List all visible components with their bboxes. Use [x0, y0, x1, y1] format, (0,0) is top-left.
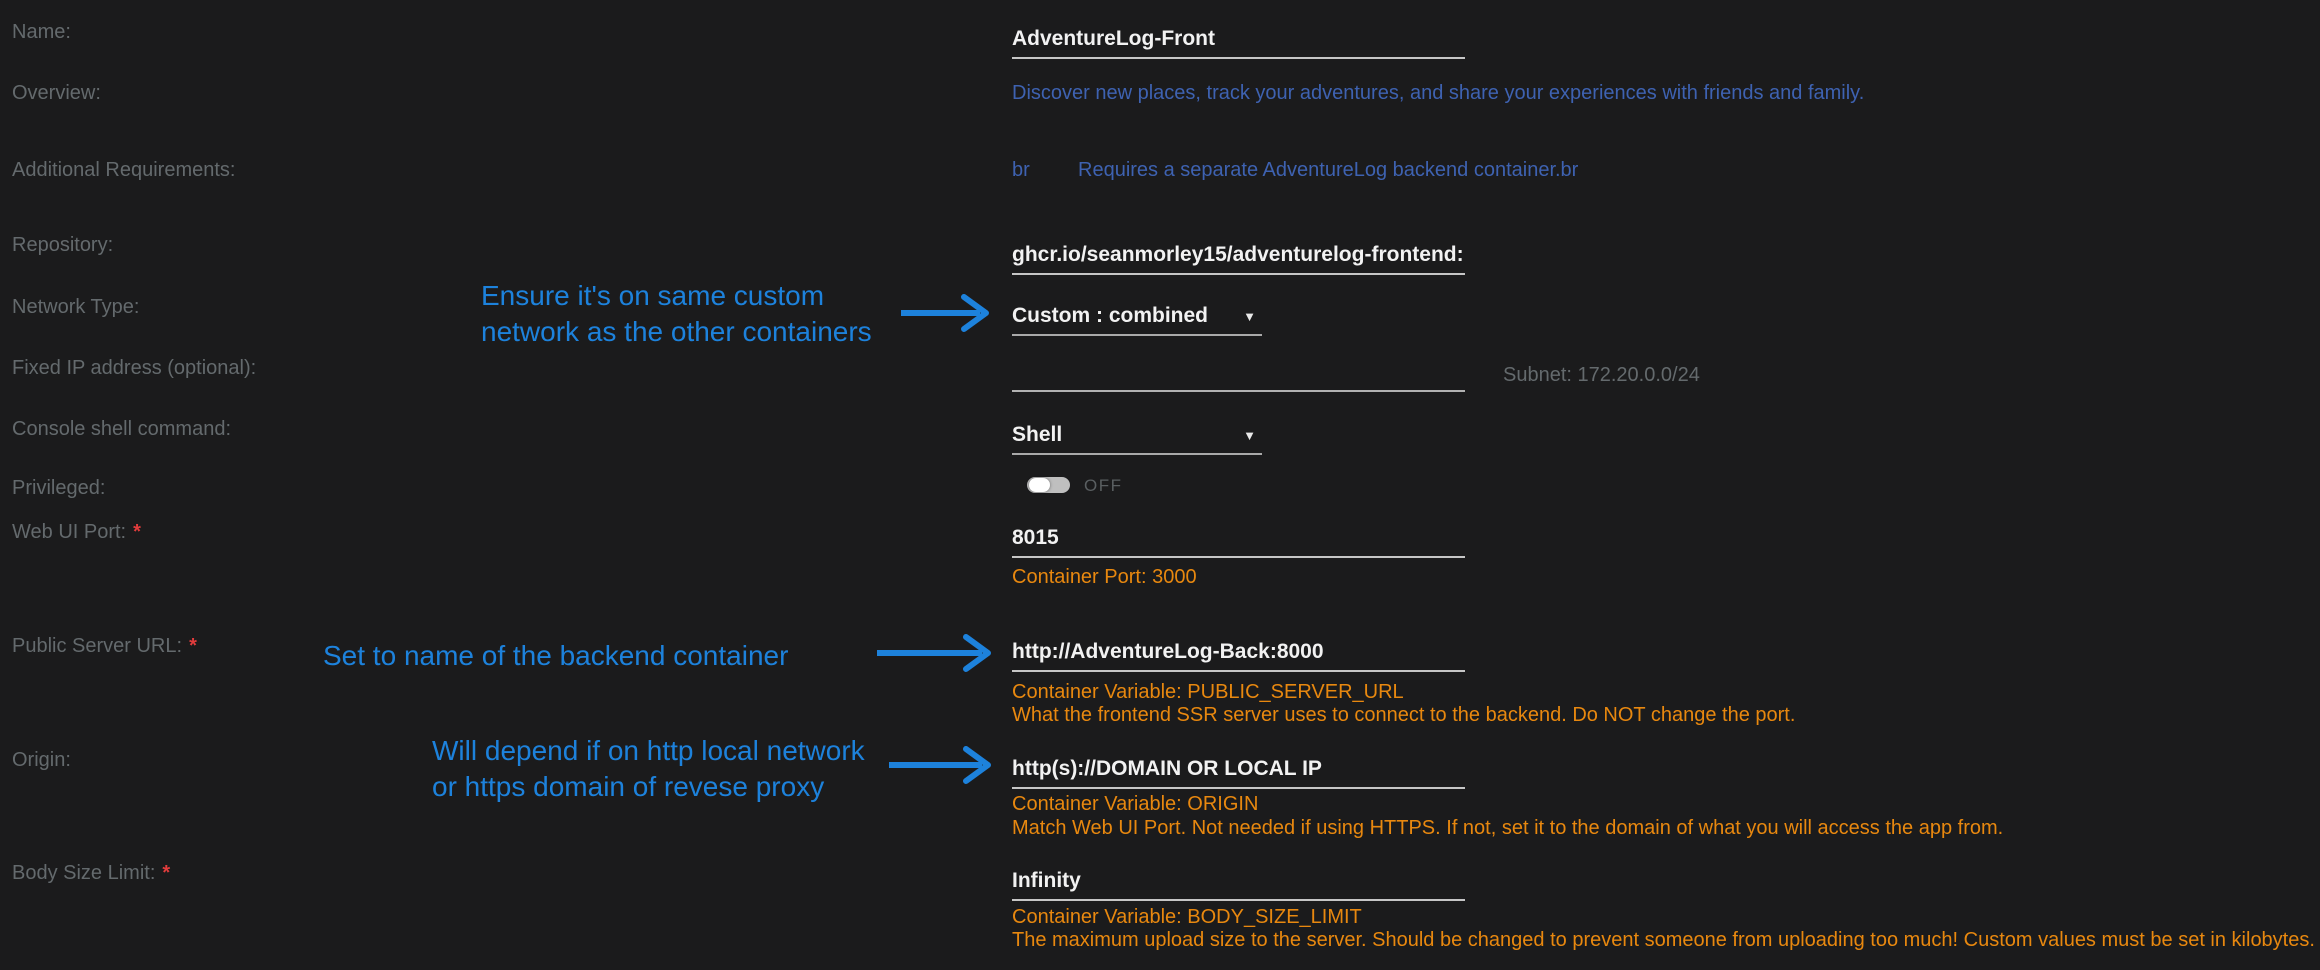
repository-field-label: Repository: — [12, 234, 113, 256]
console-shell-selected-value: Shell — [1012, 423, 1062, 447]
body-size-limit-variable-help: Container Variable: BODY_SIZE_LIMIT — [1012, 906, 1362, 928]
privileged-toggle-knob — [1029, 478, 1050, 492]
fixed-ip-input[interactable] — [1012, 354, 1465, 392]
dropdown-arrow-icon: ▼ — [1243, 310, 1256, 323]
webui-port-help: Container Port: 3000 — [1012, 566, 1197, 588]
container-settings-form: Name: Overview: Additional Requirements:… — [0, 0, 2320, 970]
annotation-arrow-origin — [886, 744, 1006, 786]
subnet-text: Subnet: 172.20.0.0/24 — [1503, 364, 1700, 386]
console-shell-field-label: Console shell command: — [12, 418, 231, 440]
body-size-limit-input[interactable] — [1012, 863, 1465, 901]
required-asterisk: * — [189, 635, 197, 657]
annotation-public-server-url: Set to name of the backend container — [323, 638, 788, 674]
network-type-select[interactable]: Custom : combined ▼ — [1012, 298, 1262, 336]
additional-requirements-text: Requires a separate AdventureLog backend… — [1078, 159, 1578, 181]
origin-description-help: Match Web UI Port. Not needed if using H… — [1012, 817, 2003, 839]
annotation-origin: Will depend if on http local network or … — [432, 733, 865, 805]
origin-field-label: Origin: — [12, 749, 71, 771]
dropdown-arrow-icon: ▼ — [1243, 429, 1256, 442]
repository-input[interactable] — [1012, 237, 1465, 275]
webui-port-field-label: Web UI Port:* — [12, 521, 141, 543]
additional-requirements-field-label: Additional Requirements: — [12, 159, 235, 181]
name-field-label: Name: — [12, 21, 71, 43]
required-asterisk: * — [162, 862, 170, 884]
required-asterisk: * — [133, 521, 141, 543]
overview-text: Discover new places, track your adventur… — [1012, 82, 1864, 104]
public-server-url-description-help: What the frontend SSR server uses to con… — [1012, 704, 1795, 726]
body-size-limit-description-help: The maximum upload size to the server. S… — [1012, 929, 2315, 951]
annotation-arrow-network-type — [898, 292, 1004, 334]
public-server-url-variable-help: Container Variable: PUBLIC_SERVER_URL — [1012, 681, 1404, 703]
network-type-field-label: Network Type: — [12, 296, 139, 318]
fixed-ip-field-label: Fixed IP address (optional): — [12, 357, 256, 379]
network-type-selected-value: Custom : combined — [1012, 304, 1208, 328]
name-input[interactable] — [1012, 21, 1465, 59]
public-server-url-input[interactable] — [1012, 634, 1465, 672]
privileged-state-label: OFF — [1084, 477, 1123, 495]
webui-port-input[interactable] — [1012, 520, 1465, 558]
annotation-arrow-public-server-url — [874, 632, 1006, 674]
additional-requirements-prefix: br — [1012, 159, 1030, 181]
public-server-url-field-label: Public Server URL:* — [12, 635, 197, 657]
body-size-limit-field-label: Body Size Limit:* — [12, 862, 170, 884]
console-shell-select[interactable]: Shell ▼ — [1012, 417, 1262, 455]
overview-field-label: Overview: — [12, 82, 101, 104]
origin-input[interactable] — [1012, 751, 1465, 789]
origin-variable-help: Container Variable: ORIGIN — [1012, 793, 1258, 815]
privileged-field-label: Privileged: — [12, 477, 105, 499]
annotation-network-type: Ensure it's on same custom network as th… — [481, 278, 872, 350]
privileged-toggle[interactable] — [1027, 477, 1070, 493]
